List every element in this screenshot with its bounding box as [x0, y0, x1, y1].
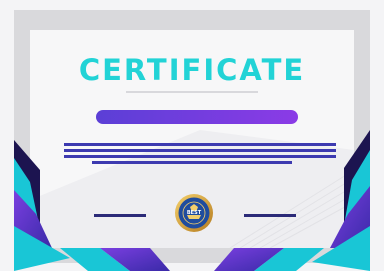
- certificate-title: CERTIFICATE: [78, 53, 306, 87]
- signature-line-left: [94, 214, 146, 217]
- certificate-canvas: CERTIFICATE BEST: [0, 0, 384, 271]
- recipient-name-bar: [96, 110, 298, 124]
- seal-text: BEST: [187, 210, 202, 216]
- signature-line-right: [244, 214, 296, 217]
- award-seal-icon: BEST: [175, 194, 213, 232]
